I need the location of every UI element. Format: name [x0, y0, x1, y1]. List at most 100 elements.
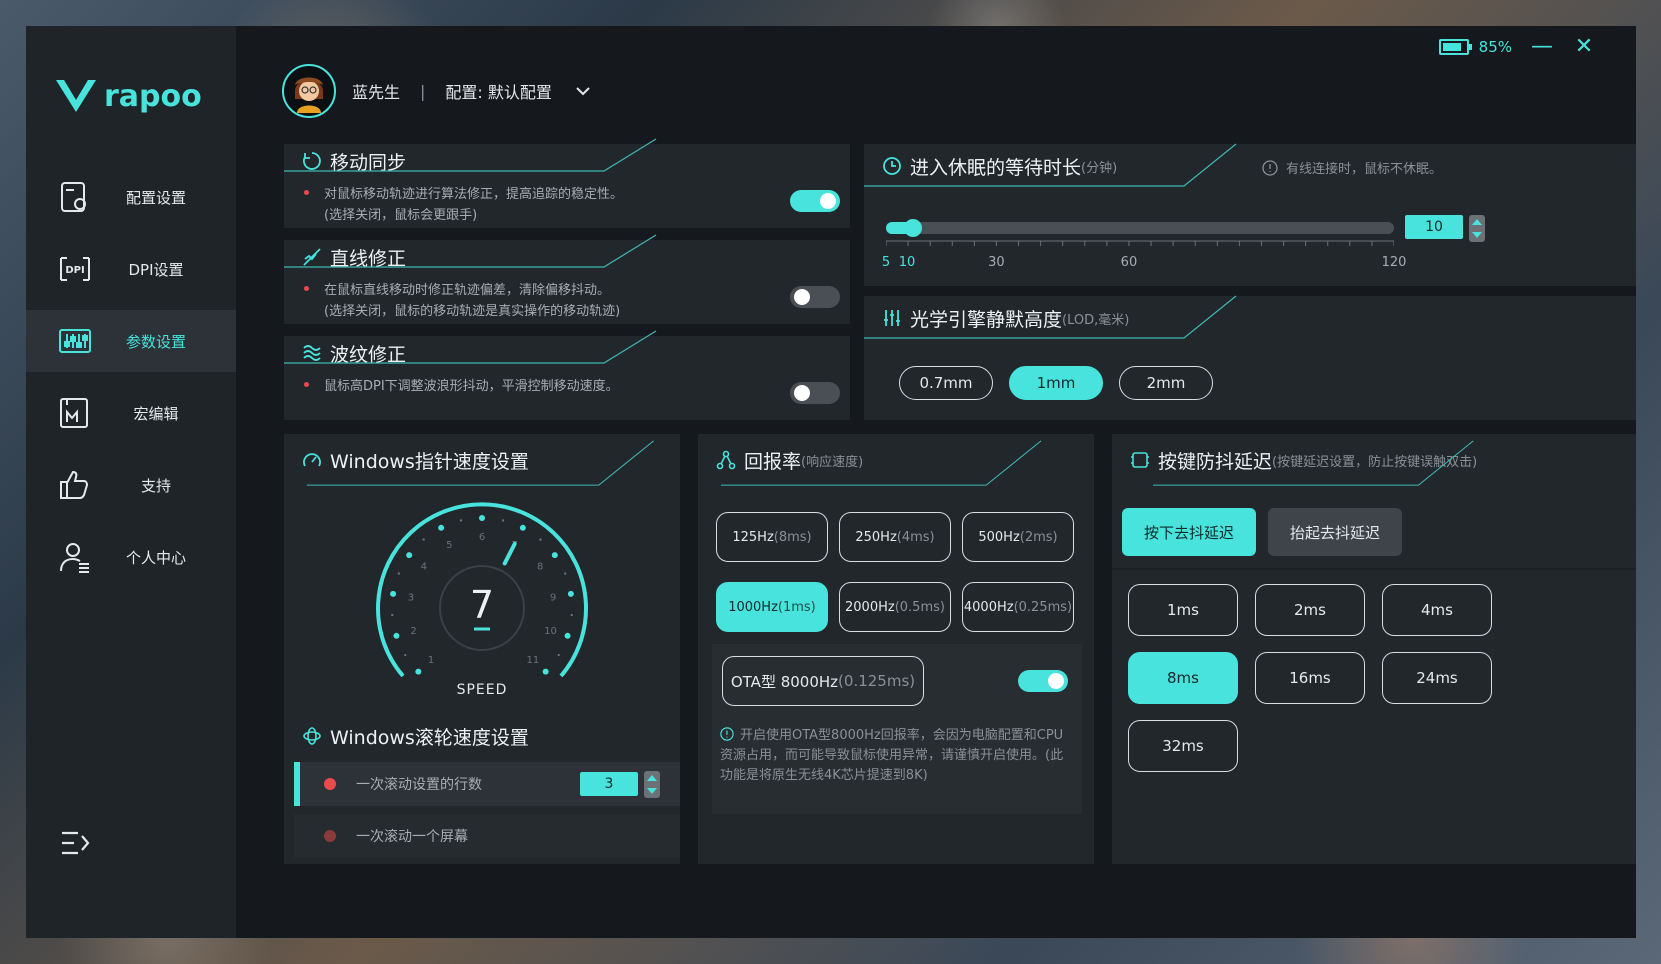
user-icon: [60, 543, 89, 573]
panel-unit: (响应速度): [801, 454, 864, 470]
radio-selected-icon[interactable]: [324, 778, 336, 790]
sidebar-item-params[interactable]: 参数设置: [26, 310, 236, 372]
arrow-up-icon[interactable]: [647, 774, 657, 781]
polling-hz: 4000Hz: [963, 599, 1014, 615]
feature-description: 在鼠标直线移动时修正轨迹偏差，清除偏移抖动。 (选择关闭，鼠标的移动轨迹是真实操…: [303, 280, 620, 322]
debounce-option[interactable]: 16ms: [1255, 652, 1365, 704]
polling-hz: 2000Hz: [845, 599, 895, 615]
sidebar-item-label: 配置设置: [126, 188, 187, 207]
debounce-option[interactable]: 1ms: [1128, 584, 1238, 636]
app-window: rapoo 配置设置 DPI DPI设置 参数设置 宏编辑 支持 个人中心 85…: [26, 26, 1636, 938]
dial-label: 5: [446, 540, 452, 551]
params-icon: [59, 329, 91, 353]
motion-sync-panel: 移动同步 对鼠标移动轨迹进行算法修正，提高追踪的稳定性。 (选择关闭，鼠标会更跟…: [284, 138, 850, 228]
arrow-down-icon[interactable]: [647, 788, 657, 795]
slider-tick-label: 5: [881, 255, 891, 270]
logo-text: rapoo: [104, 78, 202, 114]
ota-ms: (0.125ms): [838, 672, 916, 690]
sidebar-item-config[interactable]: 配置设置: [26, 166, 236, 228]
polling-option[interactable]: 250Hz (4ms): [839, 512, 951, 562]
motion-sync-toggle[interactable]: [790, 190, 840, 212]
debounce-option[interactable]: 32ms: [1128, 720, 1238, 772]
debounce-option[interactable]: 8ms: [1128, 652, 1238, 704]
dial-label: 2: [410, 626, 416, 637]
sleep-slider[interactable]: [886, 219, 1394, 237]
radio-unselected-icon[interactable]: [324, 830, 336, 842]
desc-line: 在鼠标直线移动时修正轨迹偏差，清除偏移抖动。: [324, 283, 611, 298]
lod-option-1mm[interactable]: 1mm: [1009, 366, 1103, 400]
feature-description: 鼠标高DPI下调整波浪形抖动，平滑控制移动速度。: [304, 376, 619, 397]
lod-option-0-7mm[interactable]: 0.7mm: [899, 366, 993, 400]
scroll-lines-stepper[interactable]: [644, 771, 660, 798]
polling-rate-panel: 回报率 (响应速度) 125Hz (8ms) 250Hz (4ms) 500Hz (2ms…: [698, 434, 1094, 864]
angle-snap-panel: 直线修正 在鼠标直线移动时修正轨迹偏差，清除偏移抖动。 (选择关闭，鼠标的移动轨…: [284, 234, 850, 324]
polling-ms: (0.25ms): [1013, 599, 1073, 615]
polling-option[interactable]: 2000Hz (0.5ms): [839, 582, 951, 632]
speed-dial[interactable]: 1234567891011 7 SPEED: [367, 496, 597, 706]
minimize-button[interactable]: —: [1530, 34, 1554, 59]
scroll-wheel-icon: [303, 727, 321, 745]
ota-section: OTA型 8000Hz (0.125ms) 开启使用OTA型8000Hz回报率，会…: [712, 644, 1082, 814]
ota-note: 开启使用OTA型8000Hz回报率，会因为电脑配置和CPU资源占用，而可能导致鼠…: [720, 726, 1072, 786]
tab-press-debounce[interactable]: 按下去抖延迟: [1122, 508, 1256, 556]
arrow-up-icon[interactable]: [1472, 218, 1482, 225]
speed-value: 7: [470, 583, 494, 627]
sidebar-item-dpi[interactable]: DPI DPI设置: [26, 238, 236, 300]
debounce-option[interactable]: 24ms: [1382, 652, 1492, 704]
battery-status: 85%: [1438, 38, 1512, 56]
sidebar: rapoo 配置设置 DPI DPI设置 参数设置 宏编辑 支持 个人中心: [26, 26, 236, 938]
close-button[interactable]: ✕: [1572, 34, 1596, 59]
polling-ms: (1ms): [777, 599, 816, 615]
ripple-toggle[interactable]: [790, 382, 840, 404]
panel-title: 移动同步: [330, 151, 407, 174]
network-icon: [716, 450, 736, 470]
polling-option[interactable]: 500Hz (2ms): [962, 512, 1074, 562]
separator: |: [420, 81, 426, 101]
polling-option[interactable]: 4000Hz (0.25ms): [962, 582, 1074, 632]
chevron-down-icon[interactable]: [574, 82, 592, 100]
scroll-lines-input[interactable]: 3: [580, 772, 638, 796]
lod-option-2mm[interactable]: 2mm: [1119, 366, 1213, 400]
debounce-panel: 按键防抖延迟 (按键延迟设置，防止按键误触双击) 按下去抖延迟 抬起去抖延迟 1…: [1112, 434, 1636, 864]
slider-ticks: [886, 240, 1394, 246]
sidebar-item-label: 宏编辑: [133, 404, 179, 423]
debounce-option[interactable]: 4ms: [1382, 584, 1492, 636]
sidebar-item-support[interactable]: 支持: [26, 454, 236, 516]
info-icon: [720, 727, 734, 741]
panel-unit: (按键延迟设置，防止按键误触双击): [1272, 454, 1478, 470]
scroll-screen-row[interactable]: 一次滚动一个屏幕: [294, 814, 680, 858]
expand-menu-icon[interactable]: [60, 830, 90, 856]
debounce-option[interactable]: 2ms: [1255, 584, 1365, 636]
dial-label: 1: [428, 655, 434, 666]
sidebar-item-macro[interactable]: 宏编辑: [26, 382, 236, 444]
info-icon: [1262, 159, 1278, 176]
ota-toggle[interactable]: [1018, 670, 1068, 692]
polling-option[interactable]: 125Hz (8ms): [716, 512, 828, 562]
ota-8000hz-option[interactable]: OTA型 8000Hz (0.125ms): [722, 656, 924, 706]
sleep-value-input[interactable]: 10: [1405, 215, 1463, 239]
sleep-stepper[interactable]: [1469, 215, 1485, 242]
slider-tick-label: 10: [898, 255, 916, 270]
panel-unit: (分钟): [1081, 160, 1118, 176]
thumbs-up-icon: [60, 470, 89, 499]
scroll-lines-row[interactable]: 一次滚动设置的行数 3: [294, 762, 680, 806]
angle-snap-toggle[interactable]: [790, 286, 840, 308]
arrow-down-icon[interactable]: [1472, 232, 1482, 239]
polling-hz: 125Hz: [732, 529, 774, 545]
avatar[interactable]: [282, 64, 336, 118]
slider-handle[interactable]: [904, 219, 923, 237]
macro-icon: [60, 398, 88, 428]
ota-hz: OTA型 8000Hz: [730, 672, 839, 691]
avatar-icon: [295, 77, 323, 113]
dial-label: 10: [544, 626, 557, 637]
polling-option[interactable]: 1000Hz (1ms): [716, 582, 828, 632]
dial-label: 11: [527, 655, 540, 666]
tab-release-debounce[interactable]: 抬起去抖延迟: [1268, 508, 1402, 556]
config-selector-label[interactable]: 配置: 默认配置: [445, 79, 551, 103]
sidebar-item-user[interactable]: 个人中心: [26, 526, 236, 588]
polling-hz: 500Hz: [978, 529, 1020, 545]
slider-tick-label: 120: [1381, 255, 1407, 270]
equalizer-icon: [884, 310, 900, 326]
dial-label: 9: [550, 593, 556, 604]
desc-line: (选择关闭，鼠标会更跟手): [324, 208, 478, 223]
